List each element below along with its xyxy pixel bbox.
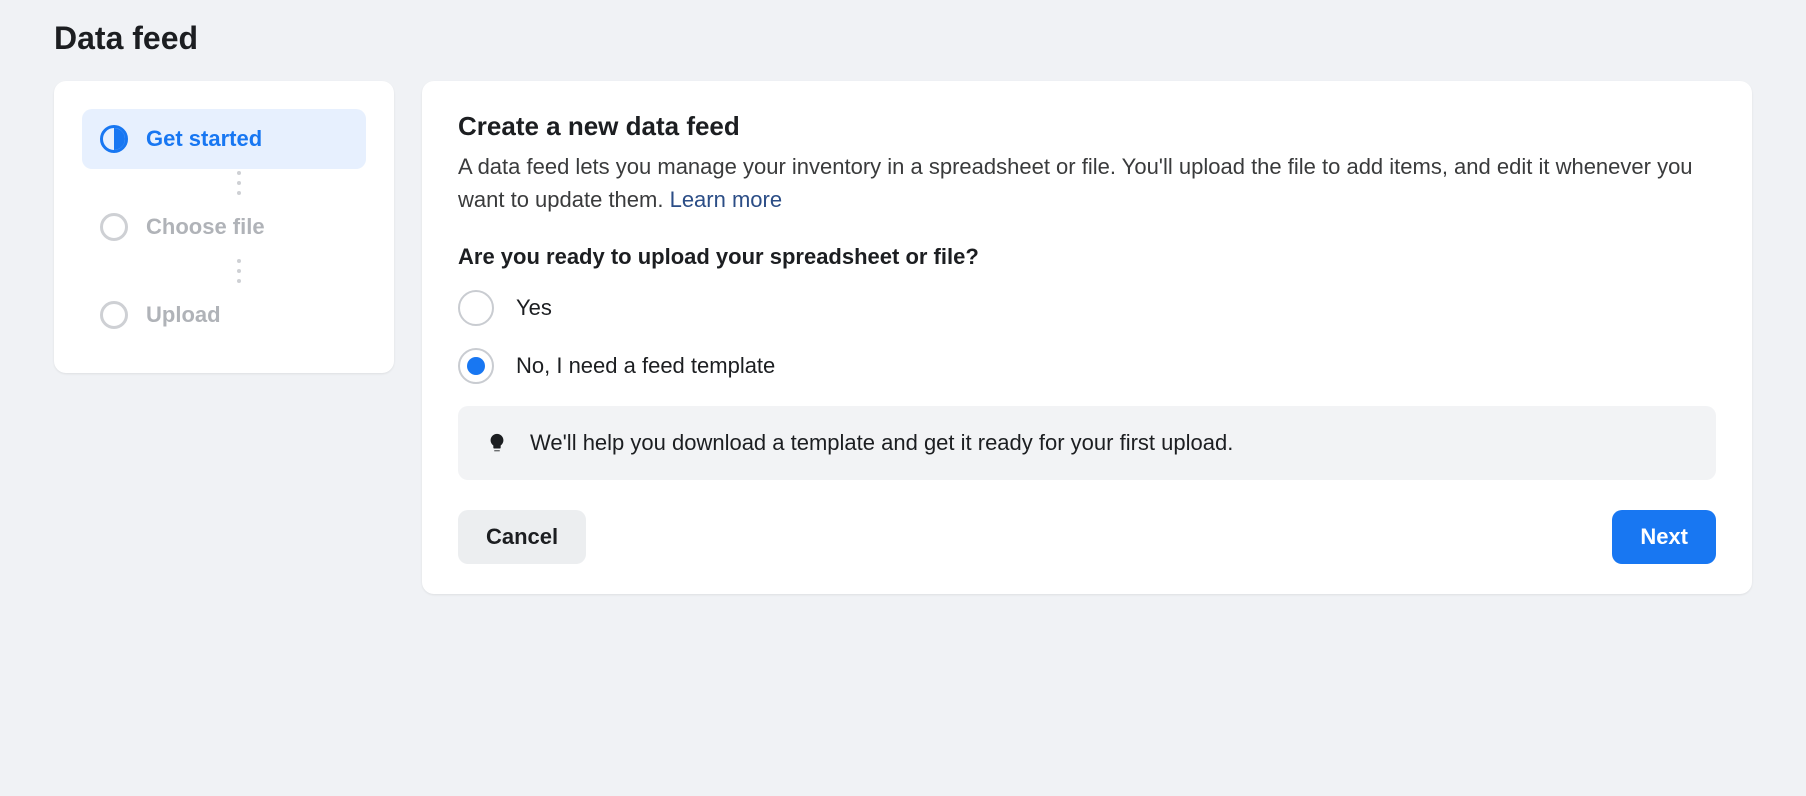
- info-text: We'll help you download a template and g…: [530, 430, 1233, 456]
- radio-icon: [458, 290, 494, 326]
- card-description: A data feed lets you manage your invento…: [458, 150, 1716, 216]
- next-button[interactable]: Next: [1612, 510, 1716, 564]
- main-card: Create a new data feed A data feed lets …: [422, 81, 1752, 594]
- step-label: Choose file: [146, 214, 265, 240]
- radio-option-yes[interactable]: Yes: [458, 290, 1716, 326]
- page-title: Data feed: [54, 20, 1752, 57]
- sidebar: Get started Choose file Upload: [54, 81, 394, 373]
- radio-label: Yes: [516, 295, 552, 321]
- action-bar: Cancel Next: [458, 510, 1716, 564]
- cancel-button[interactable]: Cancel: [458, 510, 586, 564]
- circle-icon: [100, 213, 128, 241]
- step-label: Upload: [146, 302, 221, 328]
- radio-option-no-template[interactable]: No, I need a feed template: [458, 348, 1716, 384]
- lightbulb-icon: [486, 432, 508, 454]
- half-circle-icon: [100, 125, 128, 153]
- step-choose-file[interactable]: Choose file: [82, 197, 366, 257]
- learn-more-link[interactable]: Learn more: [670, 187, 783, 212]
- step-connector: [112, 257, 366, 285]
- card-title: Create a new data feed: [458, 111, 1716, 142]
- info-box: We'll help you download a template and g…: [458, 406, 1716, 480]
- step-list: Get started Choose file Upload: [82, 109, 366, 345]
- step-connector: [112, 169, 366, 197]
- radio-icon: [458, 348, 494, 384]
- radio-label: No, I need a feed template: [516, 353, 775, 379]
- step-get-started[interactable]: Get started: [82, 109, 366, 169]
- circle-icon: [100, 301, 128, 329]
- step-label: Get started: [146, 126, 262, 152]
- layout: Get started Choose file Upload Create a …: [54, 81, 1752, 594]
- step-upload[interactable]: Upload: [82, 285, 366, 345]
- description-text: A data feed lets you manage your invento…: [458, 154, 1693, 212]
- upload-question: Are you ready to upload your spreadsheet…: [458, 244, 1716, 270]
